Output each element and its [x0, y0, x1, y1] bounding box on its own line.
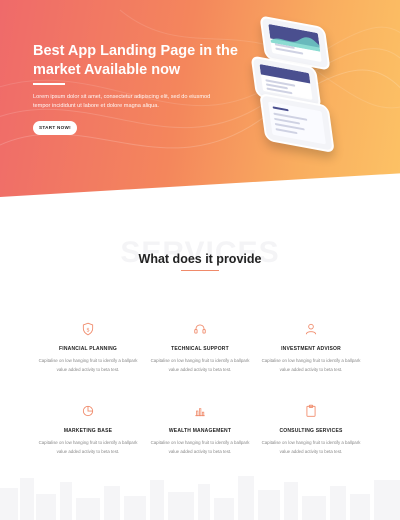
- service-description: Capitalise on low hanging fruit to ident…: [150, 358, 250, 372]
- service-description: Capitalise on low hanging fruit to ident…: [261, 358, 361, 372]
- city-skyline-decoration: [0, 476, 400, 520]
- service-description: Capitalise on low hanging fruit to ident…: [150, 440, 250, 454]
- clipboard-icon: [306, 404, 316, 417]
- service-wealth-management: WEALTH MANAGEMENT Capitalise on low hang…: [145, 404, 255, 456]
- svg-text:$: $: [86, 327, 89, 333]
- start-now-button[interactable]: START NOW!: [33, 121, 77, 135]
- services-title: What does it provide: [138, 252, 262, 266]
- bar-chart-icon: [195, 408, 205, 417]
- service-technical-support: TECHNICAL SUPPORT Capitalise on low hang…: [145, 322, 255, 374]
- services-title-underline: [181, 270, 219, 271]
- shield-dollar-icon: $: [82, 322, 94, 336]
- service-name: TECHNICAL SUPPORT: [171, 346, 229, 352]
- hero-title-underline: [33, 83, 65, 85]
- service-marketing-base: MARKETING BASE Capitalise on low hanging…: [33, 404, 143, 456]
- service-consulting-services: CONSULTING SERVICES Capitalise on low ha…: [256, 404, 366, 456]
- hero-title: Best App Landing Page in the market Avai…: [33, 43, 238, 78]
- user-icon: [305, 323, 317, 335]
- service-financial-planning: $ FINANCIAL PLANNING Capitalise on low h…: [33, 322, 143, 374]
- hero-section: Best App Landing Page in the market Avai…: [0, 0, 400, 197]
- pie-chart-icon: [82, 405, 94, 417]
- service-name: INVESTMENT ADVISOR: [281, 346, 341, 352]
- service-name: FINANCIAL PLANNING: [59, 346, 117, 352]
- service-name: WEALTH MANAGEMENT: [168, 428, 232, 434]
- service-description: Capitalise on low hanging fruit to ident…: [38, 440, 138, 454]
- service-name: CONSULTING SERVICES: [279, 428, 343, 434]
- service-name: MARKETING BASE: [63, 428, 113, 434]
- headset-icon: [194, 324, 206, 334]
- service-description: Capitalise on low hanging fruit to ident…: [38, 358, 138, 372]
- service-investment-advisor: INVESTMENT ADVISOR Capitalise on low han…: [256, 322, 366, 374]
- service-description: Capitalise on low hanging fruit to ident…: [261, 440, 361, 454]
- hero-description: Lorem ipsum dolor sit amet, consectetur …: [33, 94, 211, 109]
